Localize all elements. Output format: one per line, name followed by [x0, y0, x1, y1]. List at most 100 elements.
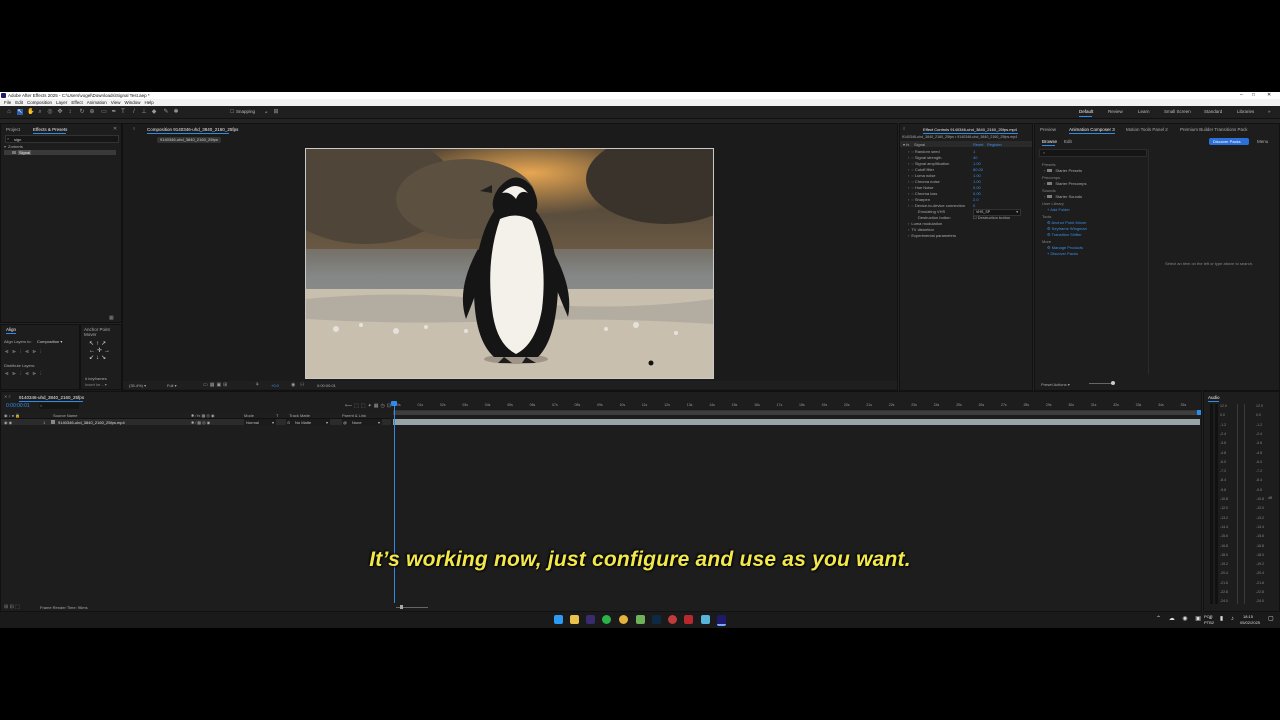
layer-visibility-icon[interactable]: ◉ ◉ [4, 420, 12, 425]
notifications-icon[interactable]: ▢ [1268, 615, 1274, 622]
roto-brush-tool-icon[interactable]: ✎ [163, 109, 169, 115]
tab-align[interactable]: Align [6, 327, 16, 332]
time-ruler[interactable]: 00s 01s 02s 03s 04s 05s 06s 07s 08s 09s 10s 11s 12s 1… [393, 403, 1209, 411]
notepad-icon[interactable] [701, 615, 710, 624]
show-snapshot-icon[interactable]: ⚇ [300, 382, 304, 388]
thumbnail-size-slider[interactable] [1089, 381, 1115, 385]
snap-grid-icon[interactable]: ⊞ [273, 109, 279, 115]
param-random-seed[interactable]: › ◌ Random seed [908, 149, 940, 154]
work-area-end-marker[interactable] [1197, 410, 1201, 415]
effects-search-input[interactable]: ⌕ sign [5, 135, 119, 143]
timeline-close-icon[interactable]: ✕ ≡ [4, 394, 11, 399]
workspace-small-screen[interactable]: Small Screen [1164, 109, 1191, 114]
snap-options-icon[interactable]: ⟓ [263, 109, 269, 115]
panel-resize-icon[interactable]: ▦ [109, 315, 114, 321]
app-red-icon[interactable] [668, 615, 677, 624]
effect-register-link[interactable]: Register [987, 142, 1002, 147]
photoshop-icon[interactable] [652, 615, 661, 624]
tab-anchor-point-mover[interactable]: Anchor Point Mover [84, 327, 121, 337]
effect-reset-link[interactable]: Reset [973, 142, 983, 147]
param-value[interactable]: 1 [973, 149, 975, 154]
folder-starter-presets[interactable]: › Starter Presets [1044, 168, 1082, 173]
clone-stamp-tool-icon[interactable]: ⊥ [141, 109, 147, 115]
exposure-icon[interactable]: ⚘ [255, 382, 259, 388]
insert-keyframe-select[interactable]: Insert ke... ▾ [85, 382, 107, 387]
param-value[interactable]: 1.00 [973, 173, 981, 178]
param-value[interactable]: 40 [973, 155, 977, 160]
tab-effect-controls[interactable]: Effect Controls 9140346-uhd_3840_2160_25… [923, 127, 1017, 132]
menu-button[interactable]: Menu [1257, 139, 1268, 144]
effects-item-signal[interactable]: Signal [4, 150, 116, 155]
minimize-button[interactable]: – [1240, 92, 1243, 99]
param-chroma-noise[interactable]: › ◌ Chroma noise [908, 179, 940, 184]
orbit-tool-icon[interactable]: ◎ [47, 109, 53, 115]
menu-file[interactable]: File [4, 100, 11, 105]
slider-handle[interactable] [1111, 381, 1115, 385]
pan-tool-icon[interactable]: ✥ [57, 109, 63, 115]
acrobat-icon[interactable] [684, 615, 693, 624]
selection-tool-icon[interactable]: ↖ [17, 109, 23, 115]
eraser-tool-icon[interactable]: ◆ [151, 109, 157, 115]
manage-products-link[interactable]: ⚙ Manage Products [1047, 245, 1083, 250]
file-explorer-icon[interactable] [570, 615, 579, 624]
tab-motion-tools[interactable]: Motion Tools Panel 2 [1126, 127, 1168, 132]
tab-animation-composer[interactable]: Animation Composer 3 [1069, 127, 1115, 132]
comp-breadcrumb[interactable]: 9140346-uhd_3840_2160_25fps [157, 137, 221, 143]
param-signal-amplification[interactable]: › ◌ Signal amplification [908, 161, 949, 166]
param-device-connection[interactable]: › ◌ Device-to-device connection [908, 203, 965, 208]
home-icon[interactable]: ⌂ [6, 109, 12, 115]
param-value[interactable]: 0.00 [973, 191, 981, 196]
group-luma-modulation[interactable]: › Luma modulation [908, 221, 942, 226]
clock-time[interactable]: 18:15 [1243, 614, 1253, 619]
language-top[interactable]: POR [1204, 614, 1213, 619]
menu-effect[interactable]: Effect [71, 100, 82, 105]
effect-header-row[interactable]: ▾ fx Signal Reset Register [900, 141, 1032, 147]
col-t[interactable]: T [276, 413, 278, 418]
composition-viewer-image[interactable] [306, 149, 714, 379]
workspace-standard[interactable]: Standard [1204, 109, 1222, 114]
zoom-tool-icon[interactable]: ⌕ [37, 109, 43, 115]
discover-packs-link[interactable]: + Discover Packs [1047, 251, 1078, 256]
pen-tool-icon[interactable]: ✒ [111, 109, 117, 115]
layer-row[interactable]: ◉ ◉ 1 9140346-uhd_3840_2160_25fps.mp4 ✱ … [1, 419, 391, 425]
col-mode[interactable]: Mode [244, 413, 254, 418]
param-value[interactable]: 0 [973, 203, 975, 208]
exposure-value[interactable]: +0.0 [271, 383, 279, 388]
folder-starter-precomps[interactable]: › Starter Precomps [1044, 181, 1086, 186]
layer-matte-select[interactable]: ⊙ No Matte ▾ [286, 419, 330, 425]
workspace-libraries[interactable]: Libraries [1237, 109, 1254, 114]
param-luma-noise[interactable]: › ◌ Luma noise [908, 173, 936, 178]
workspace-learn[interactable]: Learn [1138, 109, 1150, 114]
footer-icons[interactable]: ⊞ ⊟ ⬚ [4, 604, 20, 610]
param-value[interactable]: 1.00 [973, 179, 981, 184]
tab-composition[interactable]: Composition 9140346-uhd_3840_2160_25fps [147, 127, 238, 132]
puppet-tool-icon[interactable]: ✱ [173, 109, 179, 115]
col-parent[interactable]: Parent & Link [342, 413, 366, 418]
current-time-indicator[interactable] [394, 402, 395, 610]
work-area-bar[interactable] [393, 411, 1201, 415]
timeline-timecode[interactable]: 0:00:00:01 [6, 403, 30, 409]
chrome-icon[interactable] [619, 615, 628, 624]
tab-browse[interactable]: Browse [1042, 139, 1057, 144]
group-tv-distortion[interactable]: › TV distortion [908, 227, 934, 232]
audio-fader-right[interactable] [1244, 404, 1245, 604]
menu-window[interactable]: Window [124, 100, 140, 105]
param-chroma-loss[interactable]: › ◌ Chroma loss [908, 191, 937, 196]
menu-view[interactable]: View [111, 100, 121, 105]
timeline-search-input[interactable]: ⌕ [39, 403, 79, 409]
windows-start-icon[interactable] [554, 615, 563, 624]
preset-actions-select[interactable]: Preset Actions ▾ [1041, 382, 1070, 387]
tab-project[interactable]: Project [6, 127, 20, 132]
add-folder-link[interactable]: + Add Folder [1047, 207, 1070, 212]
workspace-review[interactable]: Review [1108, 109, 1123, 114]
align-layers-to-select[interactable]: Composition ▾ [37, 339, 62, 344]
cti-head[interactable] [391, 401, 397, 406]
menu-composition[interactable]: Composition [27, 100, 52, 105]
resolution-select[interactable]: Full ▾ [167, 383, 177, 388]
layer-switches[interactable]: ✱ ⁄ ▦ ◎ ◉ [191, 420, 210, 425]
tab-premium-builder[interactable]: Premium Builder Transitions Pack [1180, 127, 1248, 132]
destruction-checkbox[interactable]: ☐ Destruction button [973, 215, 1010, 220]
dolly-tool-icon[interactable]: ↕ [67, 109, 73, 115]
close-button[interactable]: ✕ [1267, 92, 1271, 99]
tool-anchor-point-mover[interactable]: ⚙ Anchor Point Mover [1047, 220, 1087, 225]
